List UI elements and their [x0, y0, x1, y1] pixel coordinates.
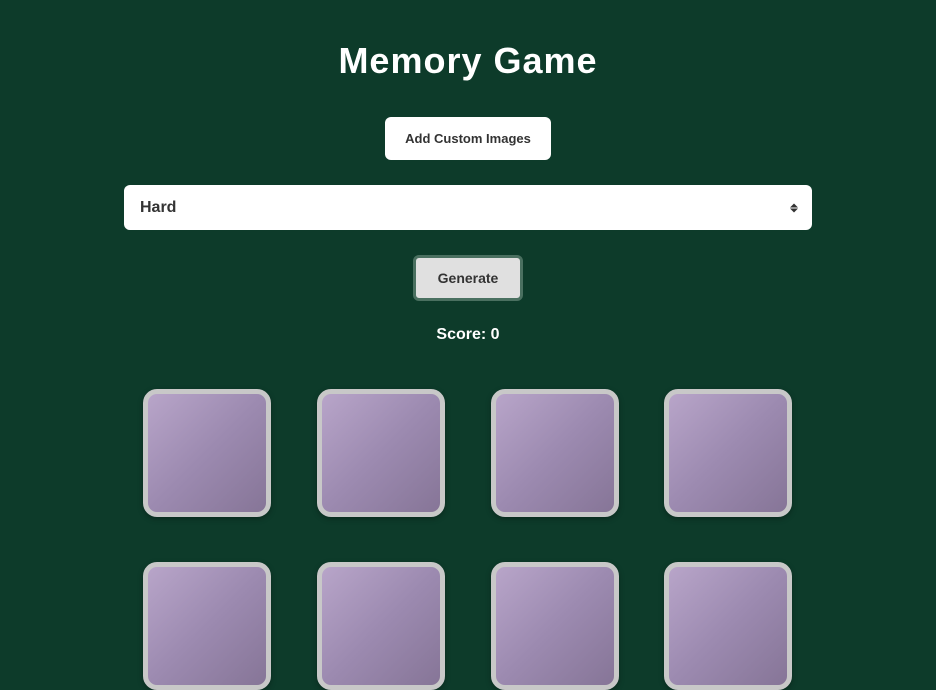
add-custom-images-button[interactable]: Add Custom Images	[385, 117, 551, 160]
memory-card[interactable]	[143, 389, 271, 517]
score-label: Score:	[436, 326, 490, 343]
score-display: Score: 0	[436, 326, 499, 344]
generate-button[interactable]: Generate	[413, 255, 524, 301]
memory-card[interactable]	[317, 562, 445, 690]
difficulty-select-wrapper: Hard	[124, 185, 812, 230]
memory-card[interactable]	[491, 562, 619, 690]
page-title: Memory Game	[338, 40, 597, 82]
score-value: 0	[491, 326, 500, 343]
memory-card[interactable]	[491, 389, 619, 517]
card-grid	[143, 389, 793, 690]
memory-card[interactable]	[317, 389, 445, 517]
memory-card[interactable]	[664, 562, 792, 690]
difficulty-select[interactable]: Hard	[124, 185, 812, 230]
memory-card[interactable]	[664, 389, 792, 517]
memory-card[interactable]	[143, 562, 271, 690]
